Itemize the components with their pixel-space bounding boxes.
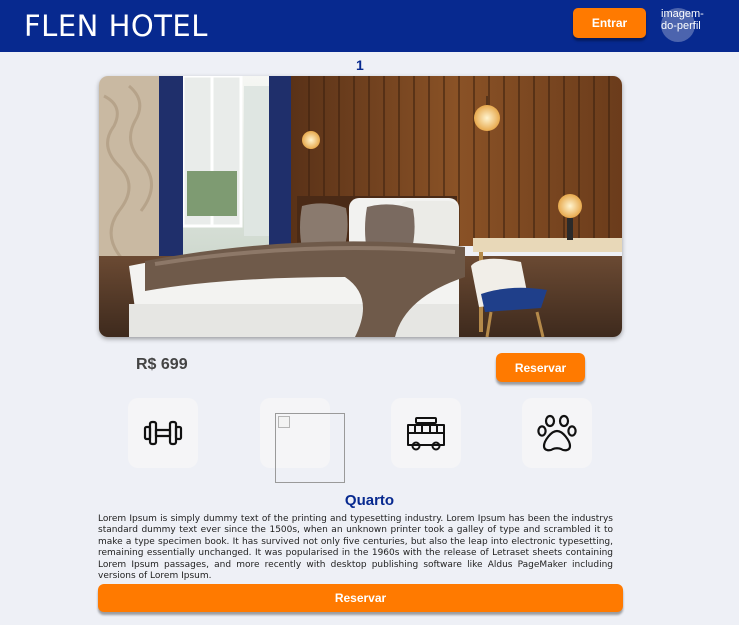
paw-icon bbox=[537, 414, 577, 452]
room-description: Lorem Ipsum is simply dummy text of the … bbox=[98, 514, 613, 582]
broken-image-icon bbox=[275, 413, 345, 483]
reserve-button[interactable]: Reservar bbox=[496, 353, 585, 382]
login-button[interactable]: Entrar bbox=[573, 8, 646, 38]
amenity-pets bbox=[522, 398, 592, 468]
room-photo-illustration bbox=[99, 76, 622, 337]
profile-avatar[interactable]: imagem-do-perfil bbox=[661, 8, 709, 52]
van-icon bbox=[407, 417, 445, 451]
top-header: FLEN HOTEL Entrar imagem-do-perfil bbox=[0, 0, 739, 52]
room-price: R$ 699 bbox=[136, 356, 188, 373]
dumbbell-icon bbox=[143, 420, 183, 446]
hotel-brand: FLEN HOTEL bbox=[24, 9, 208, 43]
reserve-button-full[interactable]: Reservar bbox=[98, 584, 623, 612]
broken-image-glyph bbox=[278, 416, 290, 428]
room-number: 1 bbox=[356, 57, 364, 73]
amenity-gym bbox=[128, 398, 198, 468]
room-photo bbox=[99, 76, 622, 337]
profile-image-alt: imagem-do-perfil bbox=[661, 8, 704, 32]
amenity-transport bbox=[391, 398, 461, 468]
room-title: Quarto bbox=[344, 492, 395, 509]
